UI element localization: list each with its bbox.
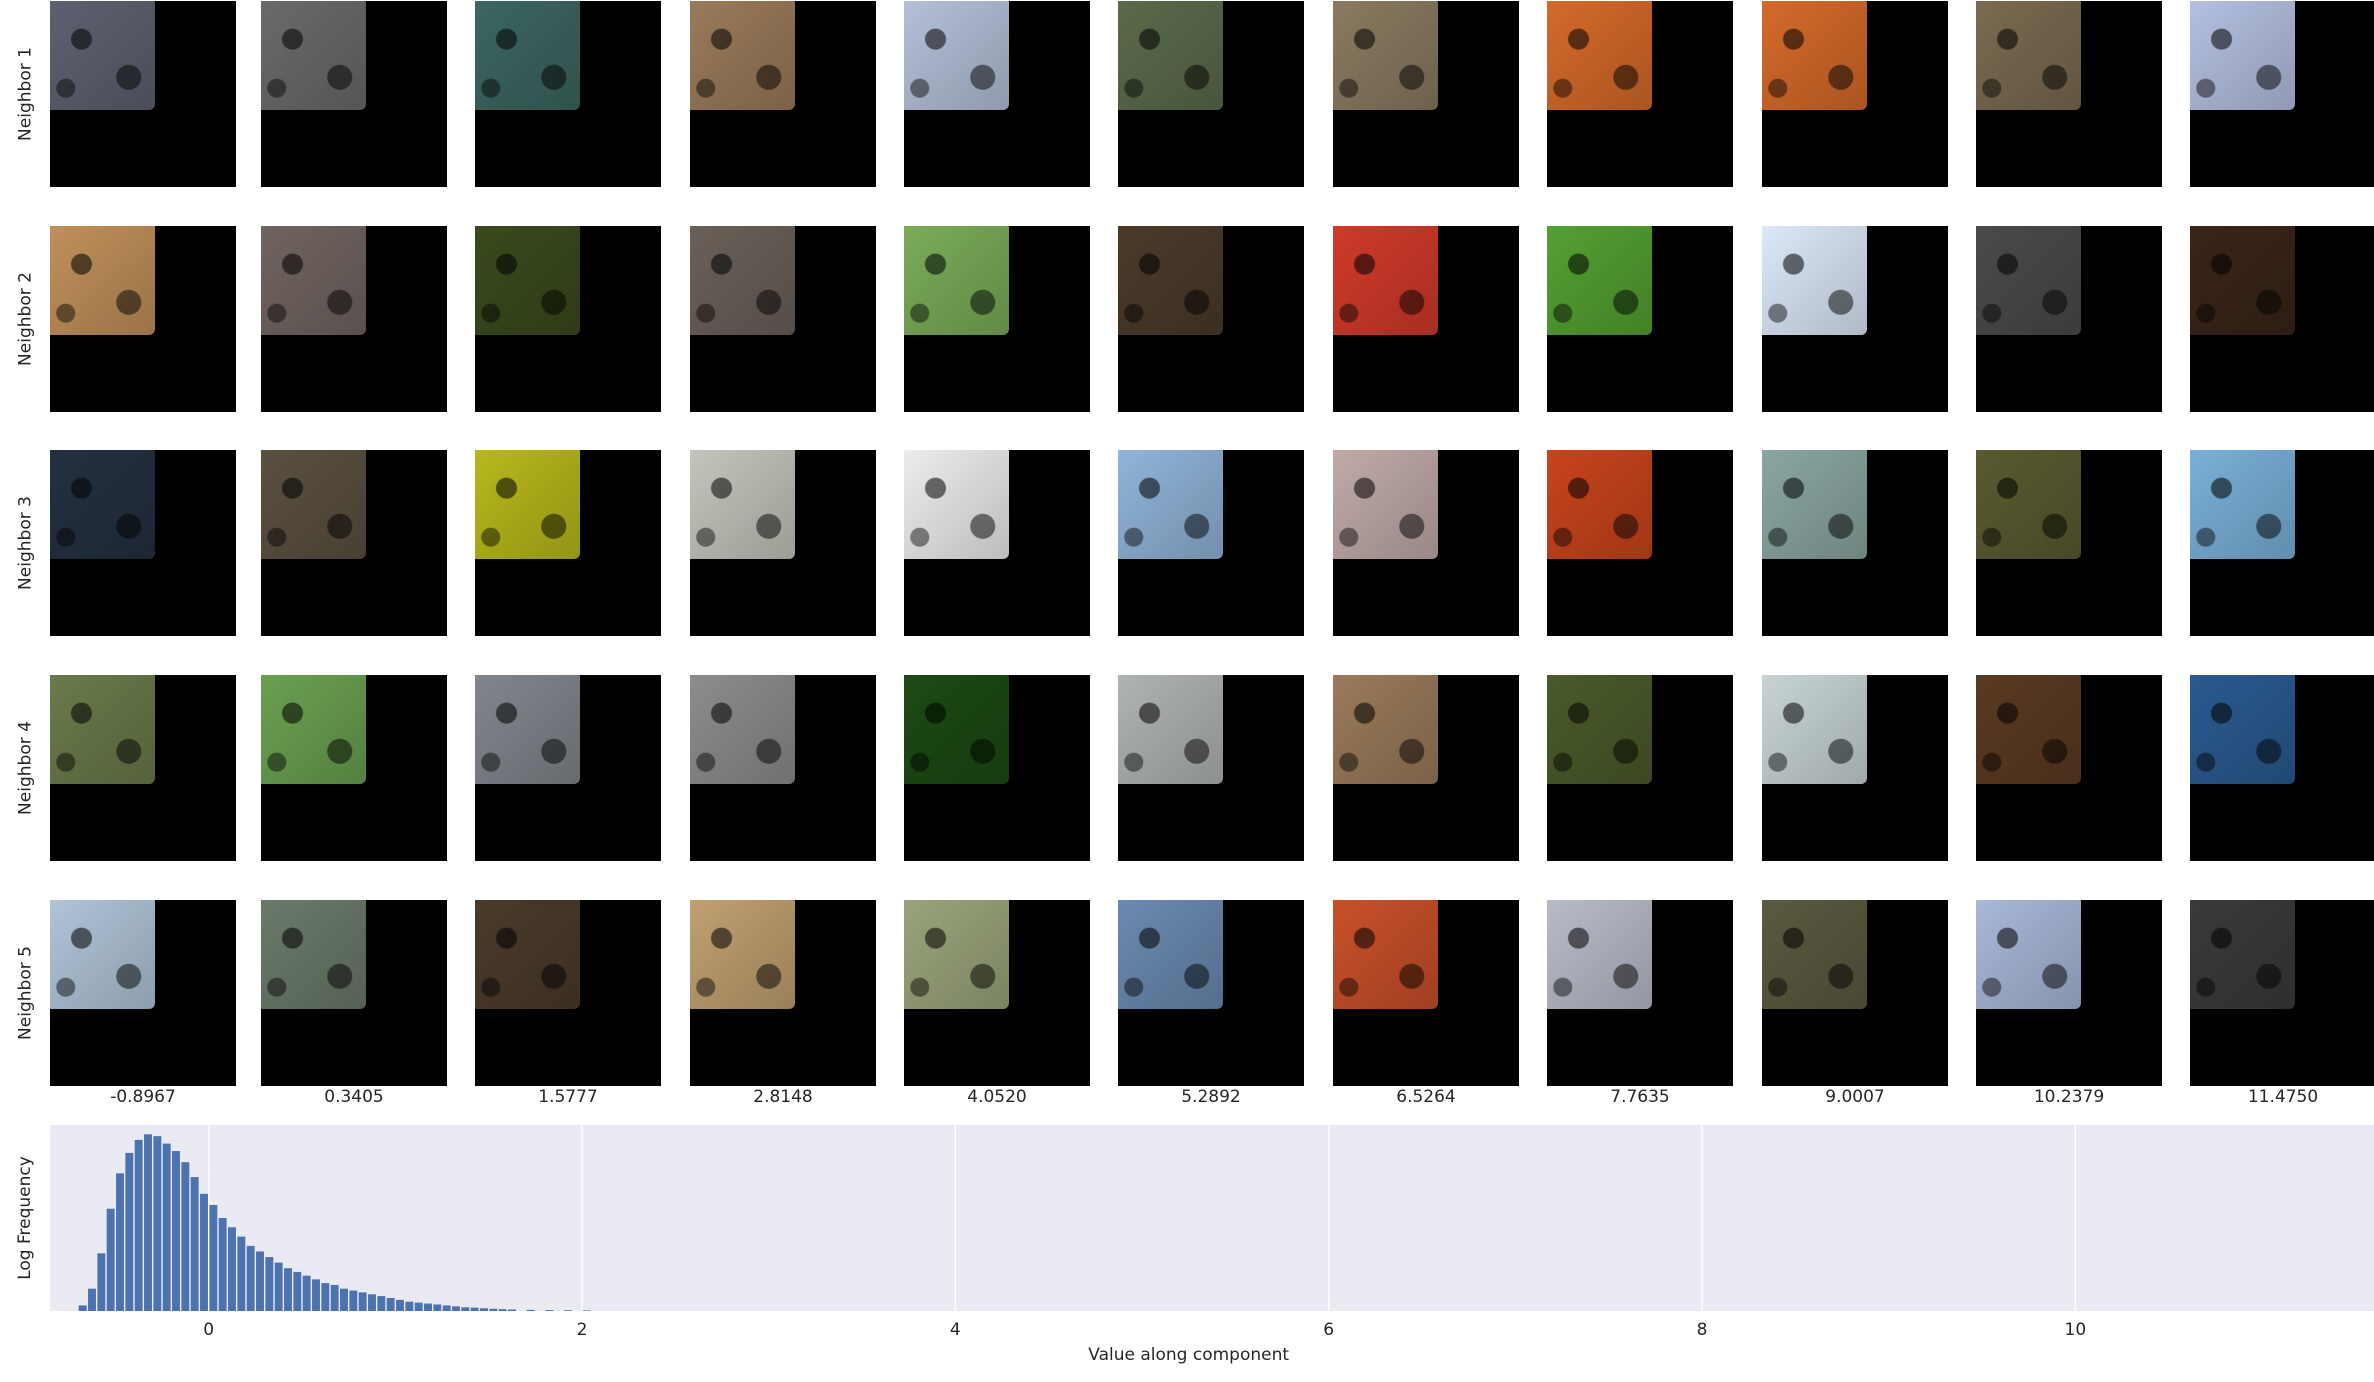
- histogram-bar: [116, 1173, 124, 1311]
- histogram-bar: [480, 1308, 488, 1311]
- histogram-bar: [414, 1302, 423, 1311]
- histogram-bar: [181, 1162, 190, 1311]
- histogram-bar: [265, 1257, 274, 1311]
- histogram-bar: [274, 1262, 283, 1311]
- histogram-bar: [97, 1253, 106, 1311]
- histogram-bar: [125, 1152, 134, 1311]
- histogram-bar: [508, 1309, 516, 1311]
- histogram-bar: [349, 1290, 358, 1311]
- histogram-bar: [293, 1271, 302, 1311]
- x-tick-label: 6: [1323, 1320, 1334, 1340]
- histogram-bar: [228, 1227, 236, 1311]
- histogram-bar: [368, 1294, 376, 1311]
- histogram-bar: [88, 1288, 96, 1311]
- histogram-bar: [564, 1310, 572, 1311]
- histogram-bar: [200, 1193, 208, 1311]
- x-tick-labels: 0 2 4 6 8 10: [203, 1320, 2086, 1340]
- histogram-bar: [545, 1310, 554, 1311]
- histogram-bar: [321, 1283, 330, 1311]
- histogram-bar: [162, 1143, 171, 1311]
- histogram-bar: [284, 1268, 292, 1311]
- y-axis-label: Log Frequency: [15, 1156, 35, 1280]
- histogram-bar: [470, 1307, 479, 1311]
- histogram-bar: [461, 1307, 470, 1311]
- histogram-bar: [377, 1296, 386, 1311]
- x-tick-label: 4: [950, 1320, 961, 1340]
- histogram-bar: [78, 1305, 87, 1311]
- histogram-bar: [172, 1151, 180, 1311]
- histogram-bar: [312, 1279, 320, 1311]
- plot-background: [50, 1125, 2374, 1311]
- histogram-chart: 0 2 4 6 8 10 Value along component Log Freque…: [15, 1125, 2374, 1365]
- histogram-bar: [582, 1310, 591, 1311]
- histogram-bar: [340, 1288, 348, 1311]
- histogram-bar: [106, 1208, 115, 1311]
- histogram-bar: [452, 1306, 460, 1311]
- histogram-bar: [358, 1292, 367, 1311]
- histogram-bar: [237, 1236, 246, 1311]
- histogram-bar: [218, 1218, 227, 1311]
- histogram-bar: [330, 1284, 339, 1311]
- histogram-bar: [489, 1308, 498, 1311]
- histogram-bar: [190, 1177, 199, 1311]
- histogram-bar: [256, 1251, 264, 1311]
- x-tick-label: 10: [2065, 1320, 2087, 1340]
- histogram-bar: [433, 1304, 442, 1311]
- histogram-bar: [526, 1309, 535, 1311]
- histogram-bar: [153, 1136, 162, 1311]
- histogram-bar: [209, 1204, 218, 1311]
- histogram-bar: [302, 1275, 311, 1311]
- histogram-bar: [405, 1301, 414, 1311]
- x-tick-label: 0: [203, 1320, 214, 1340]
- histogram-bar: [396, 1299, 404, 1311]
- histogram-bar: [498, 1309, 507, 1311]
- x-tick-label: 8: [1697, 1320, 1708, 1340]
- histogram-bar: [246, 1245, 255, 1311]
- histogram-bar: [424, 1303, 432, 1311]
- histogram-bar: [386, 1297, 395, 1311]
- histogram-bar: [134, 1139, 143, 1311]
- x-axis-label: Value along component: [1088, 1345, 1289, 1365]
- histogram-bar: [442, 1305, 451, 1311]
- histogram-bar: [144, 1134, 152, 1311]
- x-tick-label: 2: [577, 1320, 588, 1340]
